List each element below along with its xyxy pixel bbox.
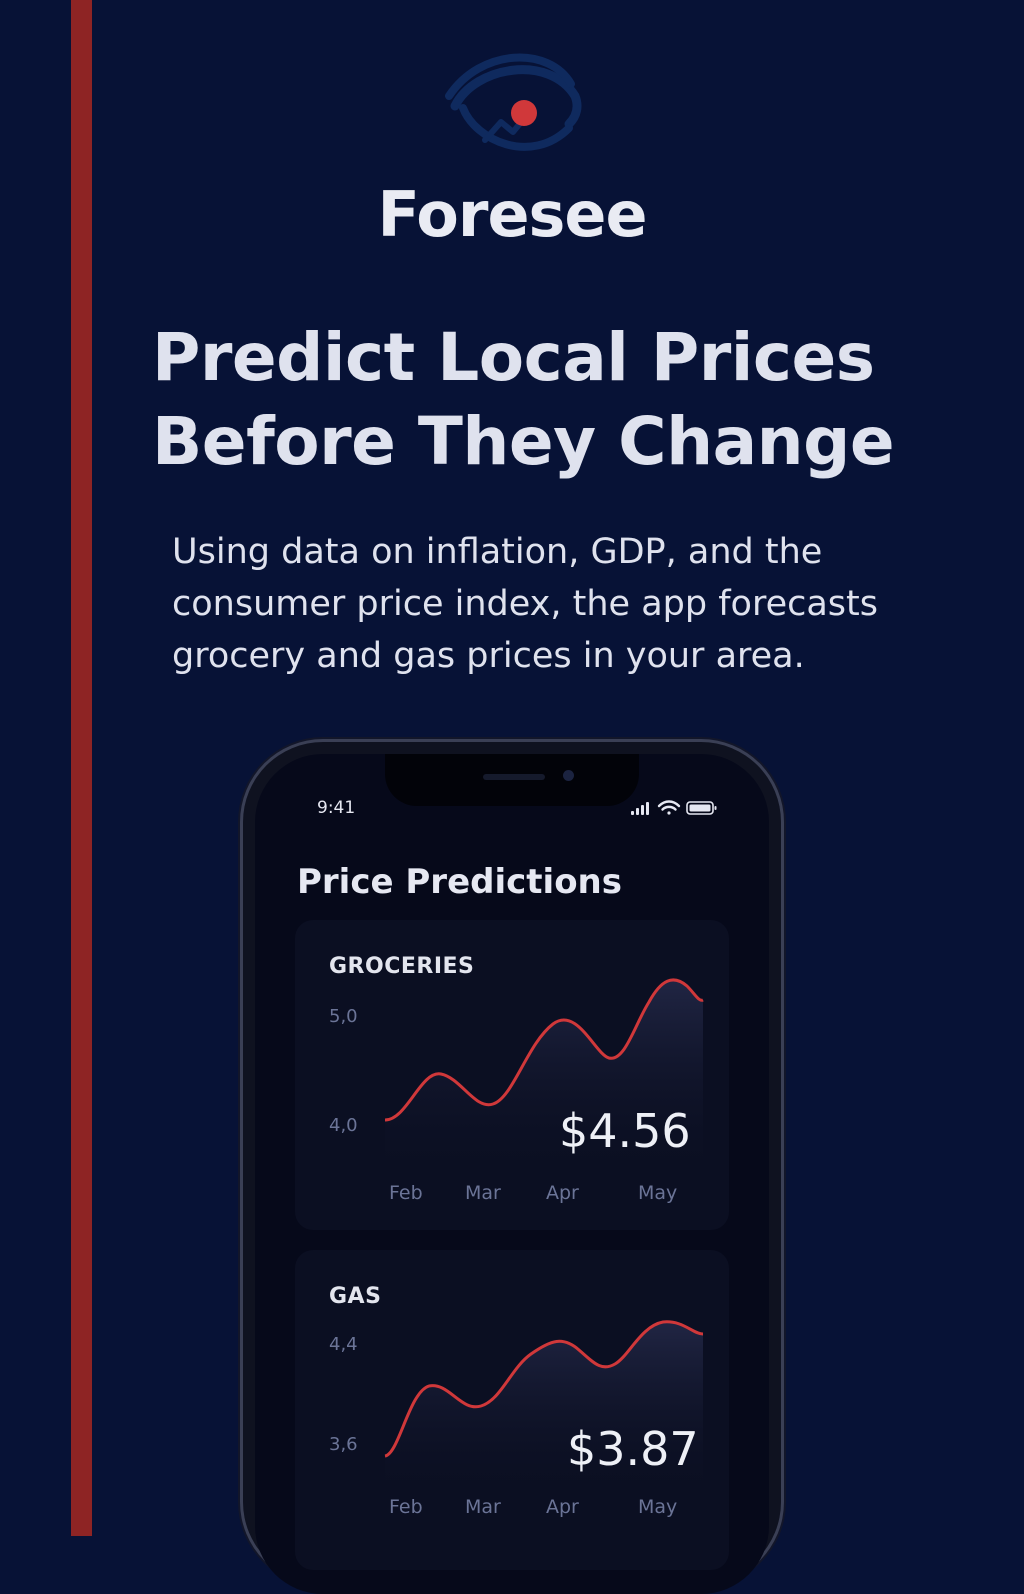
- gas-card[interactable]: GAS 4,4 3,6 $3.87 Feb Mar Apr May: [295, 1250, 729, 1570]
- phone-mute-switch: [238, 908, 242, 944]
- front-camera: [563, 770, 574, 781]
- subtext-line-3: grocery and gas prices in your area.: [172, 636, 805, 676]
- battery-icon: [686, 801, 717, 815]
- earpiece-speaker: [483, 774, 545, 780]
- x-tick-mar: Mar: [465, 1182, 501, 1204]
- phone-power-button: [782, 1012, 786, 1134]
- x-tick-apr: Apr: [546, 1182, 579, 1204]
- status-icons: [627, 800, 723, 816]
- headline-line-2: Before They Change: [152, 403, 895, 480]
- subtext-line-2: consumer price index, the app forecasts: [172, 584, 878, 624]
- x-tick-mar: Mar: [465, 1496, 501, 1518]
- gas-price-chart: [384, 1320, 704, 1500]
- x-tick-feb: Feb: [389, 1496, 423, 1518]
- phone-mockup: 9:41 Price Predictions GROCERIES 5,0 4,0…: [243, 742, 781, 1594]
- subtext-line-1: Using data on inflation, GDP, and the: [172, 532, 823, 572]
- price-value: $4.56: [559, 1104, 691, 1158]
- x-tick-may: May: [638, 1496, 678, 1518]
- phone-screen: 9:41 Price Predictions GROCERIES 5,0 4,0…: [255, 754, 769, 1594]
- headline: Predict Local Prices Before They Change: [152, 316, 992, 484]
- x-tick-apr: Apr: [546, 1496, 579, 1518]
- screen-title: Price Predictions: [297, 862, 622, 902]
- headline-line-1: Predict Local Prices: [152, 319, 875, 396]
- signal-icon: [631, 802, 649, 815]
- phone-volume-down: [238, 1086, 242, 1162]
- x-tick-may: May: [638, 1182, 678, 1204]
- x-tick-feb: Feb: [389, 1182, 423, 1204]
- subtext: Using data on inflation, GDP, and the co…: [172, 526, 1002, 682]
- status-time: 9:41: [317, 798, 356, 818]
- brand-name: Foresee: [377, 178, 647, 251]
- eye-chart-icon: [445, 53, 582, 151]
- wifi-icon: [657, 800, 681, 815]
- groceries-card[interactable]: GROCERIES 5,0 4,0 $4.56 Feb Mar Apr May: [295, 920, 729, 1230]
- price-value: $3.87: [567, 1422, 699, 1476]
- phone-notch: [385, 754, 639, 806]
- phone-volume-up: [238, 986, 242, 1062]
